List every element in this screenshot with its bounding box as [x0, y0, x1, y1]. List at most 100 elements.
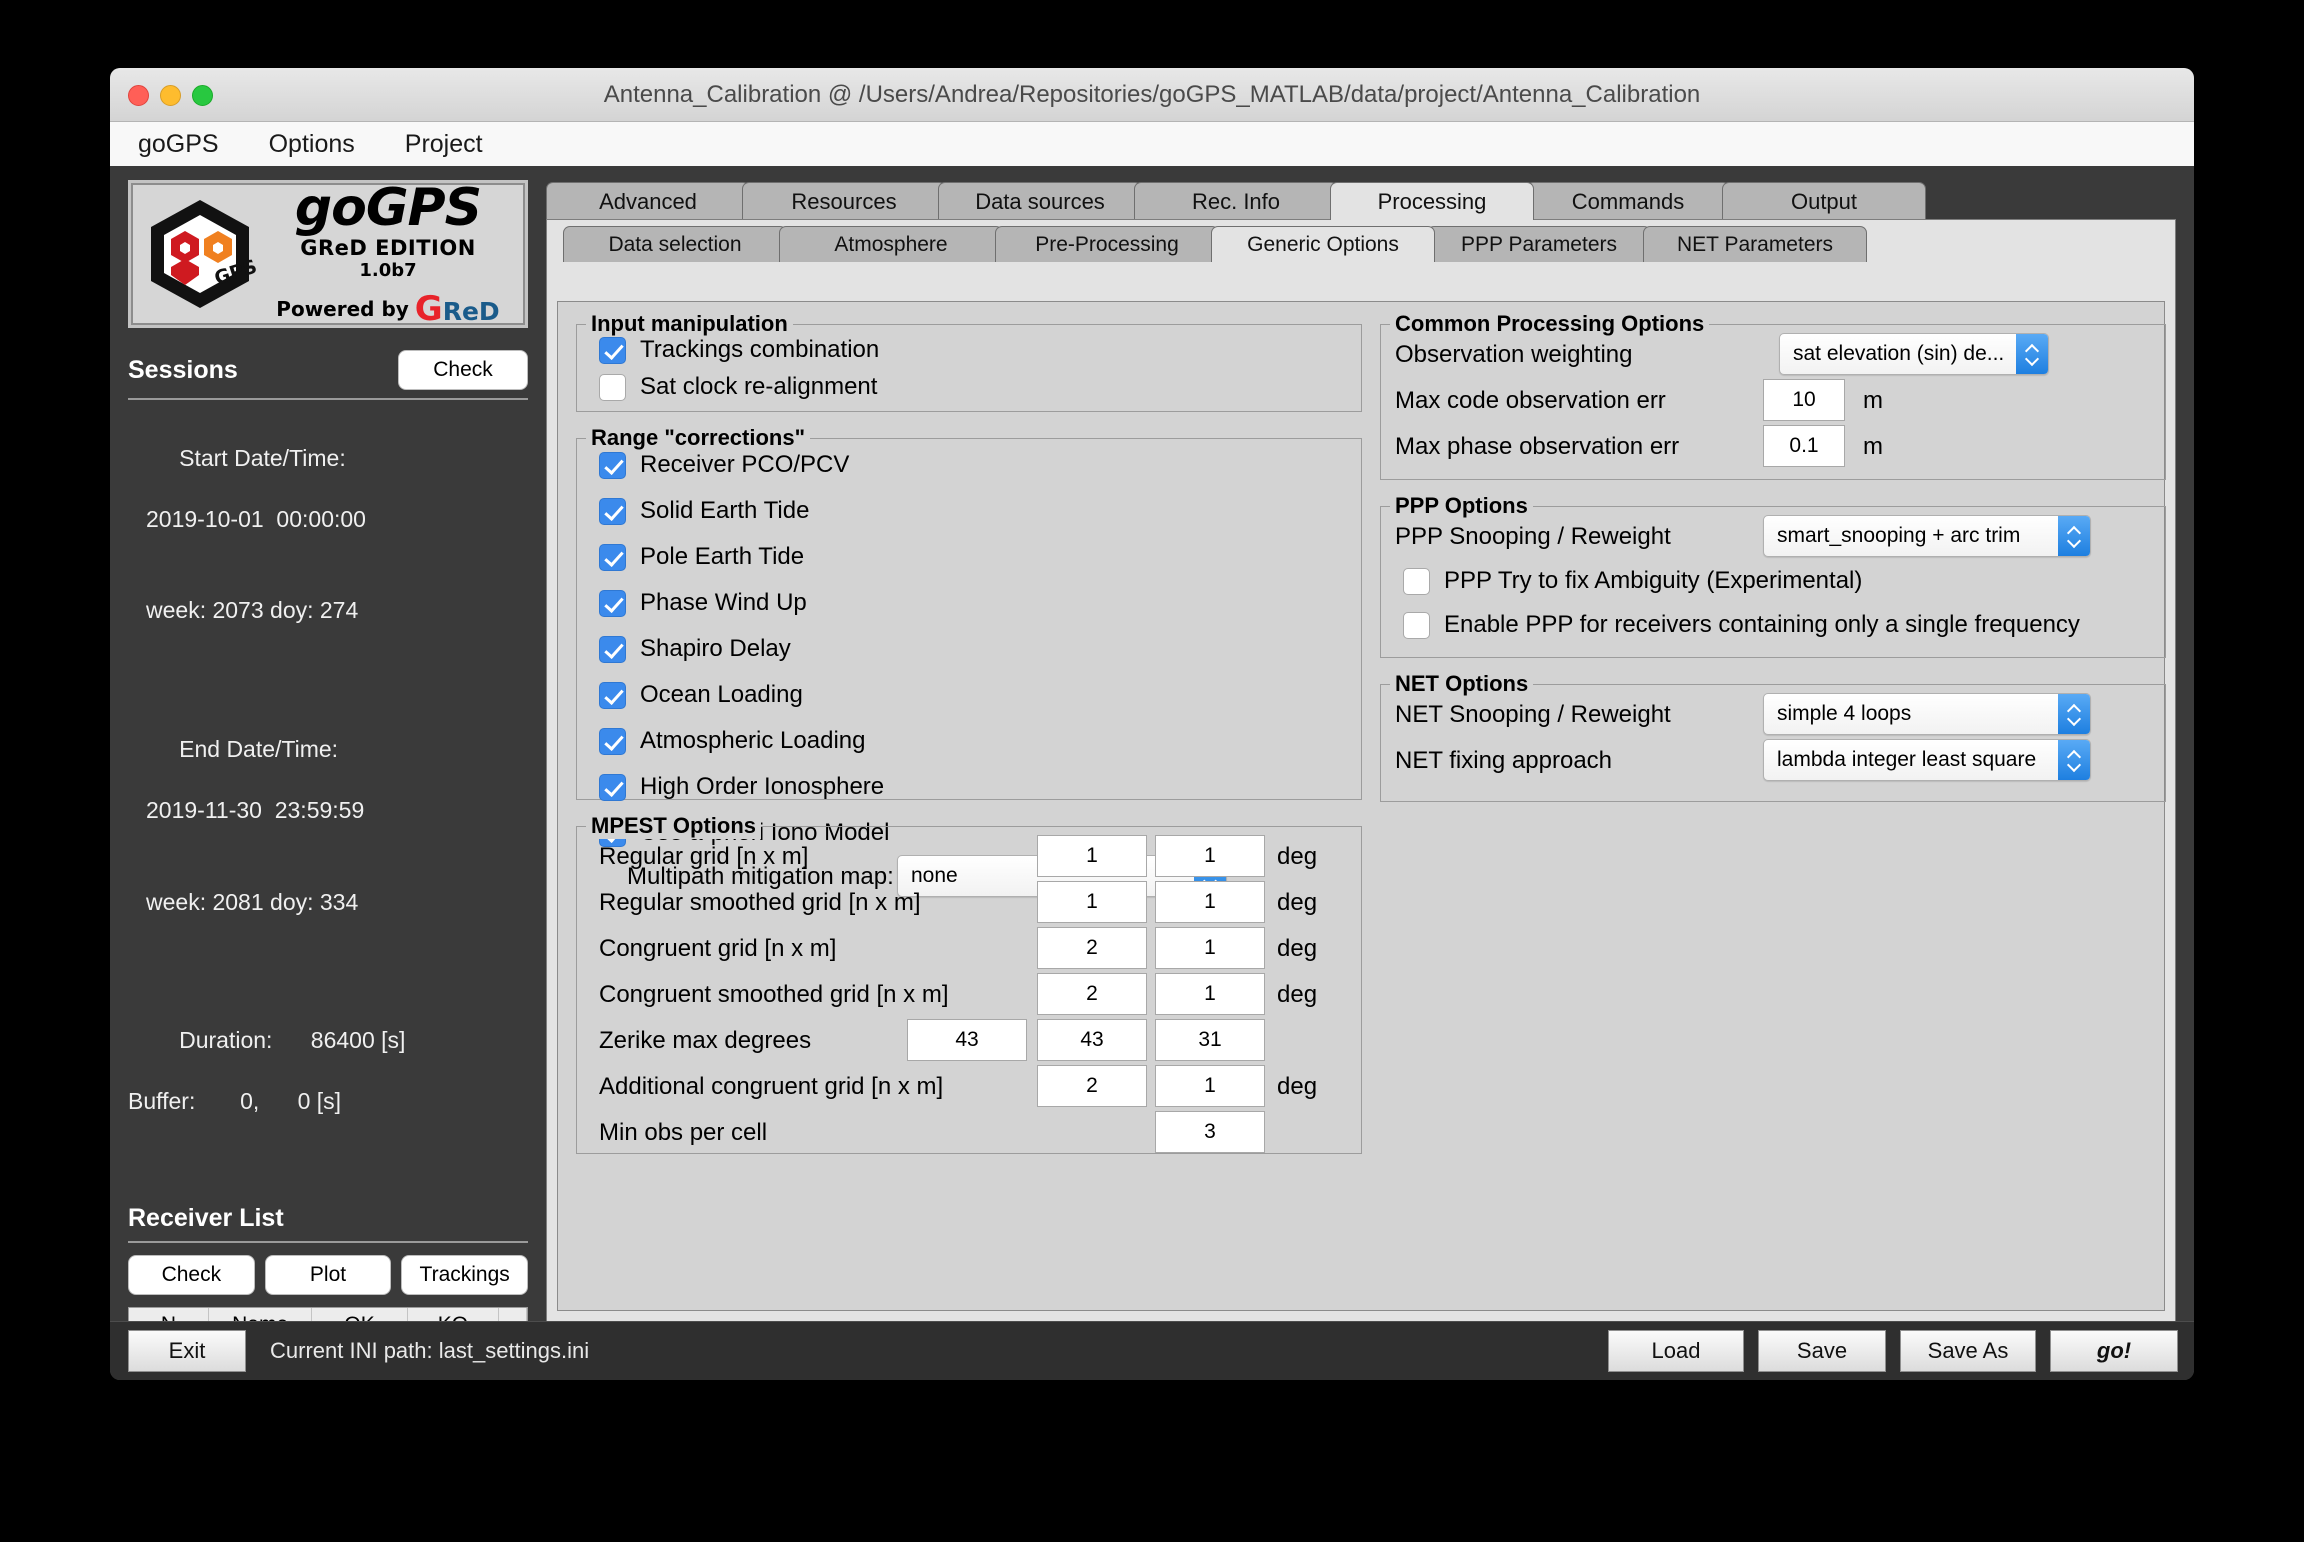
generic-options-panel: Input manipulation Trackings combination… — [557, 301, 2166, 1311]
powered-by-row: Powered by GReD — [261, 292, 515, 326]
menu-gogps[interactable]: goGPS — [132, 128, 225, 161]
receiver-check-button[interactable]: Check — [128, 1254, 255, 1295]
duration-text: Duration: 86400 [s] — [179, 1026, 406, 1053]
checkbox-high-order-ionosphere[interactable] — [599, 773, 626, 801]
input-regular-grid-m[interactable]: 1 — [1155, 835, 1265, 877]
observation-weighting-dropdown[interactable]: sat elevation (sin) de... — [1779, 333, 2049, 375]
input-congruent-grid-m[interactable]: 1 — [1155, 927, 1265, 969]
checkbox-solid-earth-tide[interactable] — [599, 497, 626, 525]
input-additional-congruent-grid-m[interactable]: 1 — [1155, 1065, 1265, 1107]
checkbox-ocean-loading[interactable] — [599, 681, 626, 709]
action-buttons: Load Save Save As go! — [1608, 1330, 2194, 1372]
common-processing-options-group: Common Processing Options Observation we… — [1380, 311, 2166, 480]
stepper-icon[interactable] — [2058, 740, 2090, 780]
input-additional-congruent-grid-n[interactable]: 2 — [1037, 1065, 1147, 1107]
chevron-down-icon — [2026, 356, 2039, 364]
stepper-icon[interactable] — [2058, 516, 2090, 556]
logo-name: goGPS — [294, 178, 482, 238]
net-snooping-dropdown[interactable]: simple 4 loops — [1763, 693, 2091, 735]
checkbox-phase-wind-up[interactable] — [599, 589, 626, 617]
tab-data-sources[interactable]: Data sources — [938, 182, 1142, 220]
tab-rec-info[interactable]: Rec. Info — [1134, 182, 1338, 220]
label-sat-clock-realignment: Sat clock re-alignment — [640, 373, 878, 400]
checkbox-enable-ppp-single-frequency[interactable] — [1403, 611, 1430, 639]
close-button[interactable] — [128, 85, 149, 106]
tab-ppp-parameters[interactable]: PPP Parameters — [1427, 226, 1651, 262]
save-button[interactable]: Save — [1758, 1330, 1886, 1372]
input-congruent-grid-n[interactable]: 2 — [1037, 927, 1147, 969]
label-enable-ppp-single-frequency: Enable PPP for receivers containing only… — [1444, 611, 2080, 638]
input-max-phase-observation-err[interactable]: 0.1 — [1763, 425, 1845, 467]
checkbox-pole-earth-tide[interactable] — [599, 543, 626, 571]
start-label: Start Date/Time: — [179, 444, 346, 471]
checkbox-ppp-try-fix-ambiguity[interactable] — [1403, 567, 1430, 595]
checkbox-receiver-pco-pcv[interactable] — [599, 451, 626, 479]
input-min-obs-per-cell[interactable]: 3 — [1155, 1111, 1265, 1153]
ppp-snooping-dropdown[interactable]: smart_snooping + arc trim — [1763, 515, 2091, 557]
tab-pre-processing[interactable]: Pre-Processing — [995, 226, 1219, 262]
sessions-check-button[interactable]: Check — [398, 350, 528, 390]
receiver-list-header: Receiver List — [128, 1204, 528, 1233]
unit-congruent-grid: deg — [1277, 935, 1318, 962]
end-label: End Date/Time: — [179, 735, 339, 762]
chevron-down-icon — [2068, 538, 2081, 546]
start-week: week: 2073 doy: 274 — [146, 597, 359, 624]
label-regular-grid: Regular grid [n x m] — [599, 843, 809, 870]
tab-net-parameters[interactable]: NET Parameters — [1643, 226, 1867, 262]
input-regular-grid-n[interactable]: 1 — [1037, 835, 1147, 877]
processing-panel: Data selection Atmosphere Pre-Processing… — [546, 219, 2176, 1322]
tab-data-selection[interactable]: Data selection — [563, 226, 787, 262]
input-congruent-smoothed-grid-n[interactable]: 2 — [1037, 973, 1147, 1015]
label-zerike-max-degrees: Zerike max degrees — [599, 1027, 812, 1054]
window-body: GPS goGPS GReD EDITION 1.0b7 Powered by … — [110, 166, 2194, 1380]
checkbox-shapiro-delay[interactable] — [599, 635, 626, 663]
save-as-button[interactable]: Save As — [1900, 1330, 2036, 1372]
tab-generic-options[interactable]: Generic Options — [1211, 226, 1435, 262]
tab-resources[interactable]: Resources — [742, 182, 946, 220]
ppp-snooping-value: smart_snooping + arc trim — [1777, 524, 2021, 547]
input-zerike-max-degrees-pre[interactable]: 43 — [907, 1019, 1027, 1061]
input-regular-smoothed-grid-n[interactable]: 1 — [1037, 881, 1147, 923]
input-regular-smoothed-grid-m[interactable]: 1 — [1155, 881, 1265, 923]
receiver-list-divider — [128, 1240, 528, 1243]
label-net-fixing-approach: NET fixing approach — [1395, 747, 1613, 774]
logo-version: 1.0b7 — [359, 260, 417, 281]
minimize-button[interactable] — [160, 85, 181, 106]
menu-options[interactable]: Options — [263, 128, 361, 161]
receiver-list-buttons: Check Plot Trackings — [128, 1254, 529, 1295]
sessions-info: Start Date/Time: 2019-10-01 00:00:00 wee… — [128, 412, 528, 1178]
tab-output[interactable]: Output — [1722, 182, 1926, 220]
stepper-icon[interactable] — [2058, 694, 2090, 734]
unit-additional-congruent-grid: deg — [1277, 1073, 1318, 1100]
mpest-options-group: MPEST Options Regular grid [n x m] Regul… — [576, 813, 1362, 1154]
input-max-code-observation-err[interactable]: 10 — [1763, 379, 1845, 421]
input-zerike-max-degrees-n[interactable]: 43 — [1037, 1019, 1147, 1061]
gogps-logo: GPS goGPS GReD EDITION 1.0b7 Powered by … — [128, 180, 528, 328]
checkbox-trackings-combination[interactable] — [599, 336, 626, 364]
go-button[interactable]: go! — [2050, 1330, 2178, 1372]
net-fixing-approach-dropdown[interactable]: lambda integer least square — [1763, 739, 2091, 781]
receiver-trackings-button[interactable]: Trackings — [401, 1254, 529, 1295]
input-congruent-smoothed-grid-m[interactable]: 1 — [1155, 973, 1265, 1015]
label-additional-congruent-grid: Additional congruent grid [n x m] — [599, 1073, 944, 1100]
checkbox-atmospheric-loading[interactable] — [599, 727, 626, 755]
exit-button[interactable]: Exit — [128, 1330, 246, 1372]
input-zerike-max-degrees-m[interactable]: 31 — [1155, 1019, 1265, 1061]
powered-by-label: Powered by — [276, 297, 409, 321]
label-ocean-loading: Ocean Loading — [640, 681, 803, 708]
start-datetime: 2019-10-01 00:00:00 — [146, 505, 366, 532]
tab-processing[interactable]: Processing — [1330, 182, 1534, 220]
tab-commands[interactable]: Commands — [1526, 182, 1730, 220]
menu-project[interactable]: Project — [399, 128, 489, 161]
tab-advanced[interactable]: Advanced — [546, 182, 750, 220]
label-shapiro-delay: Shapiro Delay — [640, 635, 791, 662]
maximize-button[interactable] — [192, 85, 213, 106]
receiver-plot-button[interactable]: Plot — [264, 1254, 392, 1295]
unit-congruent-smoothed-grid: deg — [1277, 981, 1318, 1008]
load-button[interactable]: Load — [1608, 1330, 1744, 1372]
checkbox-sat-clock-realignment[interactable] — [599, 373, 626, 401]
tab-atmosphere[interactable]: Atmosphere — [779, 226, 1003, 262]
menu-bar: goGPS Options Project — [110, 122, 2194, 167]
stepper-icon[interactable] — [2016, 334, 2048, 374]
mpest-options-legend: MPEST Options — [586, 813, 761, 839]
